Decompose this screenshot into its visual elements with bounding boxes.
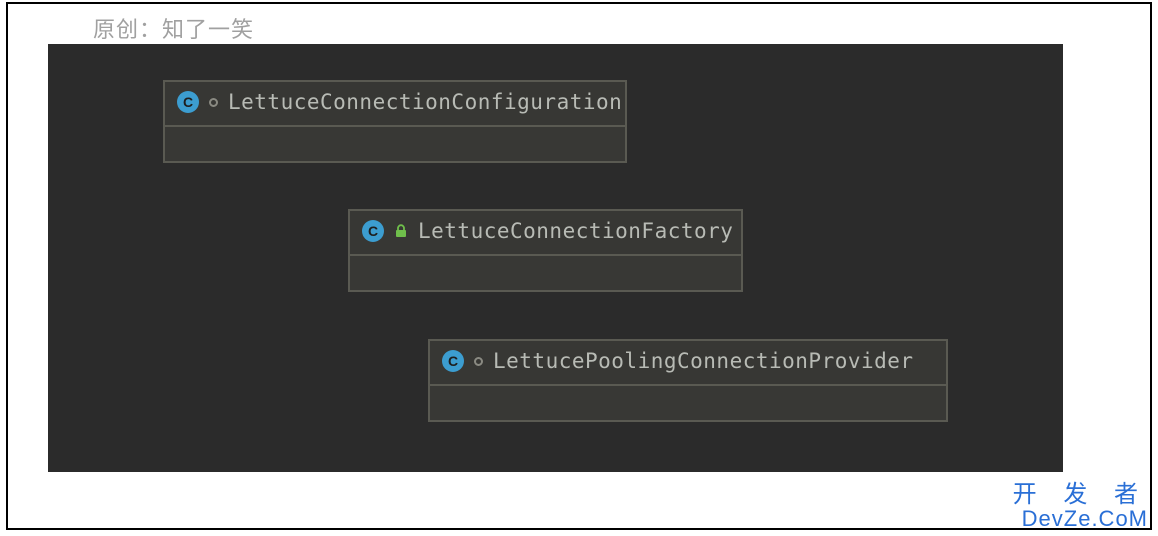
class-icon: C <box>177 91 199 113</box>
lock-icon <box>394 224 408 238</box>
class-body <box>350 254 741 290</box>
class-name-label: LettucePoolingConnectionProvider <box>493 349 914 373</box>
class-box-lettuce-pooling-connection-provider: C LettucePoolingConnectionProvider <box>428 339 948 422</box>
class-header: C LettucePoolingConnectionProvider <box>430 341 946 384</box>
class-box-lettuce-connection-factory: C LettuceConnectionFactory <box>348 209 743 292</box>
class-name-label: LettuceConnectionFactory <box>418 219 733 243</box>
attribution-text: 原创：知了一笑 <box>93 12 254 44</box>
class-header: C LettuceConnectionFactory <box>350 211 741 254</box>
class-body <box>165 125 625 161</box>
class-name-label: LettuceConnectionConfiguration <box>228 90 622 114</box>
visibility-circle-icon <box>474 357 483 366</box>
class-box-lettuce-connection-configuration: C LettuceConnectionConfiguration <box>163 80 627 163</box>
class-icon: C <box>362 220 384 242</box>
diagram-panel: C LettuceConnectionConfiguration C Lettu… <box>48 44 1063 472</box>
visibility-circle-icon <box>209 98 218 107</box>
class-header: C LettuceConnectionConfiguration <box>165 82 625 125</box>
class-icon: C <box>442 350 464 372</box>
outer-frame: 原创：知了一笑 C LettuceConnectionConfiguration… <box>6 2 1152 530</box>
class-body <box>430 384 946 420</box>
